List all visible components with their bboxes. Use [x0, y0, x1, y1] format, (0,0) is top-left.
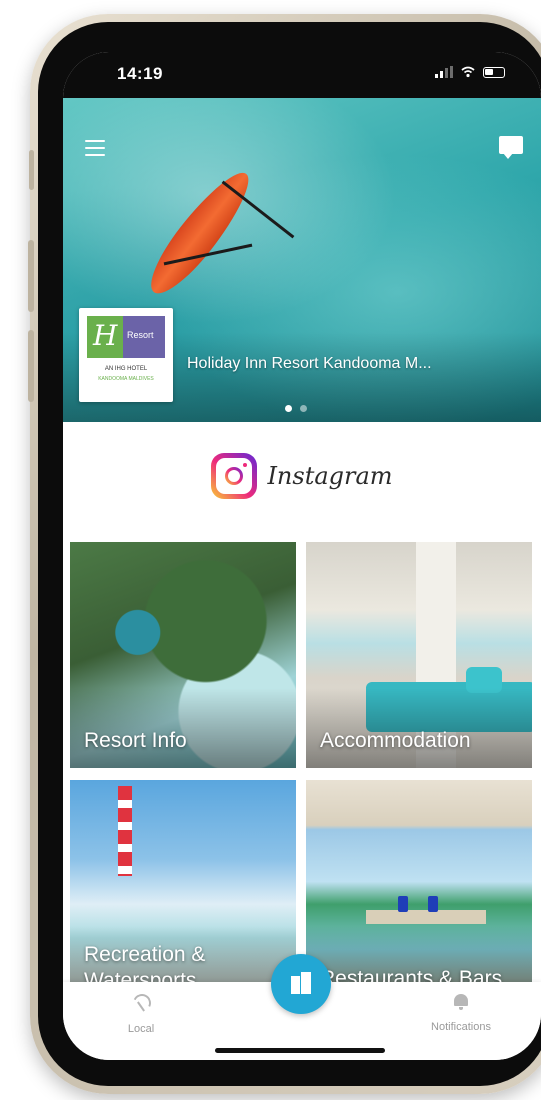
tile-resort-info[interactable]: Resort Info — [70, 542, 296, 768]
volume-up-button — [28, 240, 34, 312]
nav-notifications-label: Notifications — [431, 1021, 491, 1033]
instagram-label: Instagram — [267, 462, 393, 490]
nav-notifications[interactable]: Notifications — [411, 992, 511, 1033]
menu-icon[interactable] — [85, 140, 105, 156]
building-icon — [291, 972, 311, 994]
logo-location-text: KANDOOMA MALDIVES — [98, 376, 154, 382]
bell-icon — [453, 992, 469, 1010]
home-indicator — [215, 1048, 385, 1053]
hero-caption[interactable]: Holiday Inn Resort Kandooma M... — [187, 355, 432, 373]
battery-icon — [483, 66, 505, 78]
tile-restaurants-bars[interactable]: Restaurants & Bars — [306, 780, 532, 1006]
glass-image — [428, 896, 438, 912]
carousel-dot[interactable] — [300, 405, 307, 412]
mute-switch — [29, 150, 34, 190]
tile-accommodation[interactable]: Accommodation — [306, 542, 532, 768]
wifi-icon — [461, 66, 475, 78]
volume-down-button — [28, 330, 34, 402]
app-screen: 14:19 H Resort AN IHG HOTEL KANDOOMA MAL… — [63, 52, 541, 1060]
instagram-icon — [211, 453, 258, 499]
table-image — [366, 910, 486, 924]
logo-resort-text: Resort — [127, 330, 154, 340]
logo-ihg-text: AN IHG HOTEL — [104, 366, 148, 372]
nav-local-label: Local — [127, 1023, 155, 1035]
status-icons — [435, 66, 505, 78]
carousel-dot-active[interactable] — [285, 405, 292, 412]
hero-carousel[interactable]: H Resort AN IHG HOTEL KANDOOMA MALDIVES … — [63, 98, 541, 422]
carousel-indicator — [285, 405, 307, 412]
signal-icon — [435, 66, 453, 78]
hotel-logo: H Resort AN IHG HOTEL KANDOOMA MALDIVES — [79, 308, 173, 402]
logo-h-mark: H — [93, 319, 118, 352]
status-bar: 14:19 — [63, 52, 541, 98]
sail-image — [118, 786, 132, 876]
glass-image — [398, 896, 408, 912]
chat-icon[interactable] — [499, 136, 523, 159]
home-button[interactable] — [271, 954, 331, 1014]
tile-recreation-watersports[interactable]: Recreation & Watersports — [70, 780, 296, 1006]
tile-label: Resort Info — [84, 729, 187, 752]
kayak-image — [138, 162, 262, 304]
status-time: 14:19 — [117, 64, 163, 83]
tile-label: Accommodation — [320, 729, 471, 752]
instagram-link[interactable]: Instagram — [63, 446, 541, 506]
local-icon — [131, 992, 151, 1012]
nav-local[interactable]: Local — [91, 992, 191, 1035]
